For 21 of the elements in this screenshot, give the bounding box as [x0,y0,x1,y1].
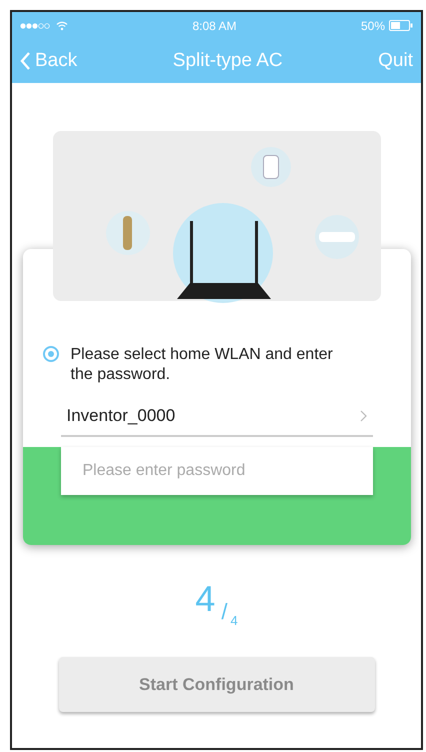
step-separator: / [221,601,228,623]
wifi-icon [56,20,68,30]
signal-icon [20,22,52,30]
battery-icon [389,20,413,31]
password-field[interactable]: Please enter password [60,447,372,495]
status-time: 8:08 AM [192,18,236,34]
device-circle-drawing [314,215,358,259]
step-current: 4 [195,581,216,617]
quit-button[interactable]: Quit [378,46,413,76]
radio-button[interactable] [42,346,58,362]
device-circle-drawing [250,147,290,187]
chevron-left-icon [20,52,31,70]
network-name: Inventor_0000 [66,405,176,428]
chevron-right-icon [360,410,366,422]
battery-percent: 50% [360,18,385,34]
instruction-text: Please select home WLAN and enter the password. [70,345,334,385]
step-total: 4 [230,614,238,627]
device-circle-drawing [106,211,150,255]
network-field[interactable]: Inventor_0000 [60,397,372,437]
screen-title: Split-type AC [172,48,283,73]
back-button[interactable]: Back [20,46,78,76]
